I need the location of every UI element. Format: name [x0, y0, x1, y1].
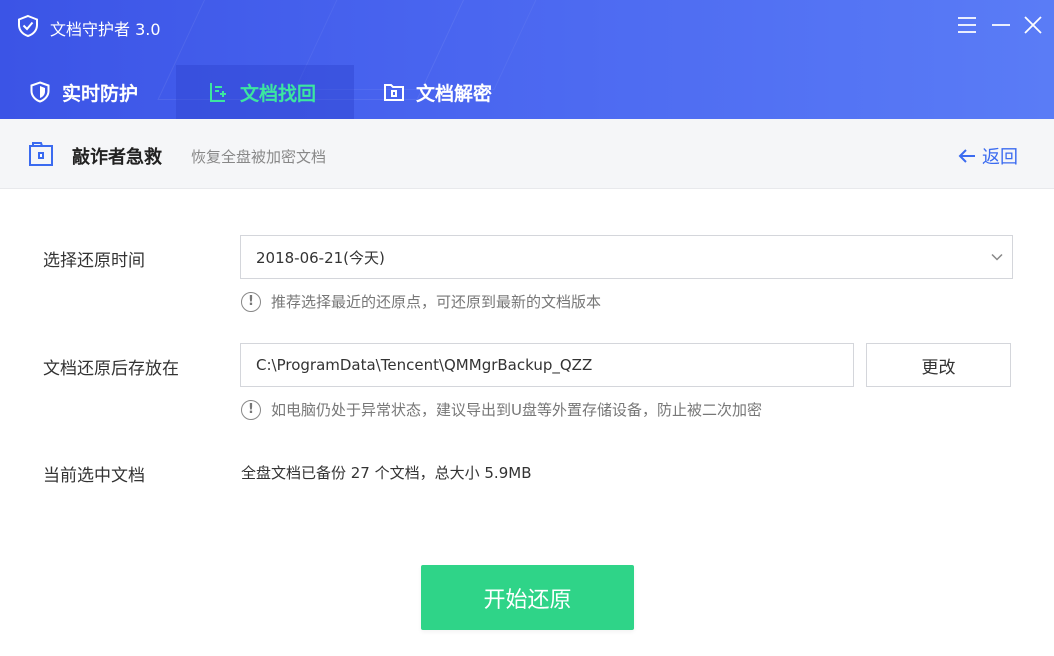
minimize-icon	[992, 24, 1010, 26]
save-location-label: 文档还原后存放在	[43, 359, 179, 379]
selected-docs-label: 当前选中文档	[43, 466, 145, 486]
page-title: 敲诈者急救	[72, 147, 162, 168]
restore-time-label: 选择还原时间	[43, 251, 145, 271]
info-icon: !	[241, 291, 261, 312]
restore-time-hint: ! 推荐选择最近的还原点，可还原到最新的文档版本	[241, 291, 601, 312]
app-window: 文档守护者 3.0 实时防护 文档找回 文档解密 敲诈者急救 恢复全盘被加密文档…	[0, 0, 1054, 656]
menu-button[interactable]	[954, 12, 980, 38]
tab-label: 文档找回	[240, 82, 317, 105]
save-location-hint: ! 如电脑仍处于异常状态，建议导出到U盘等外置存储设备，防止被二次加密	[241, 399, 762, 420]
shield-icon	[28, 80, 52, 104]
document-restore-icon	[206, 80, 230, 104]
change-location-button[interactable]: 更改	[866, 343, 1011, 387]
save-location-value: C:\ProgramData\Tencent\QMMgrBackup_QZZ	[256, 356, 593, 374]
restore-time-select[interactable]: 2018-06-21(今天)	[240, 235, 1013, 279]
close-icon	[1024, 16, 1042, 34]
back-button[interactable]: 返回	[958, 143, 1018, 169]
chevron-down-icon	[991, 253, 1003, 261]
tab-label: 实时防护	[62, 82, 139, 105]
folder-lock-icon	[382, 80, 406, 104]
close-button[interactable]	[1020, 12, 1046, 38]
title-bar: 文档守护者 3.0	[0, 0, 1054, 52]
hint-text: 如电脑仍处于异常状态，建议导出到U盘等外置存储设备，防止被二次加密	[271, 401, 762, 419]
hint-text: 推荐选择最近的还原点，可还原到最新的文档版本	[271, 293, 602, 311]
start-restore-button[interactable]: 开始还原	[421, 565, 634, 630]
info-icon: !	[241, 399, 261, 420]
back-label: 返回	[982, 147, 1018, 168]
minimize-button[interactable]	[988, 12, 1014, 38]
lock-box-icon	[29, 142, 53, 166]
restore-time-value: 2018-06-21(今天)	[256, 248, 385, 267]
arrow-left-icon	[958, 148, 976, 164]
menu-icon	[958, 17, 976, 33]
selected-docs-value: 全盘文档已备份 27 个文档，总大小 5.9MB	[241, 464, 532, 482]
page-description: 恢复全盘被加密文档	[191, 148, 327, 166]
header: 文档守护者 3.0 实时防护 文档找回 文档解密	[0, 0, 1054, 119]
save-location-input[interactable]: C:\ProgramData\Tencent\QMMgrBackup_QZZ	[240, 343, 854, 387]
tab-document-decrypt[interactable]: 文档解密	[354, 65, 534, 119]
tab-label: 文档解密	[416, 82, 493, 105]
app-title: 文档守护者 3.0	[50, 20, 161, 39]
tab-document-restore[interactable]: 文档找回	[176, 65, 354, 119]
shield-logo-icon	[18, 14, 38, 38]
tab-realtime-protection[interactable]: 实时防护	[0, 65, 176, 119]
